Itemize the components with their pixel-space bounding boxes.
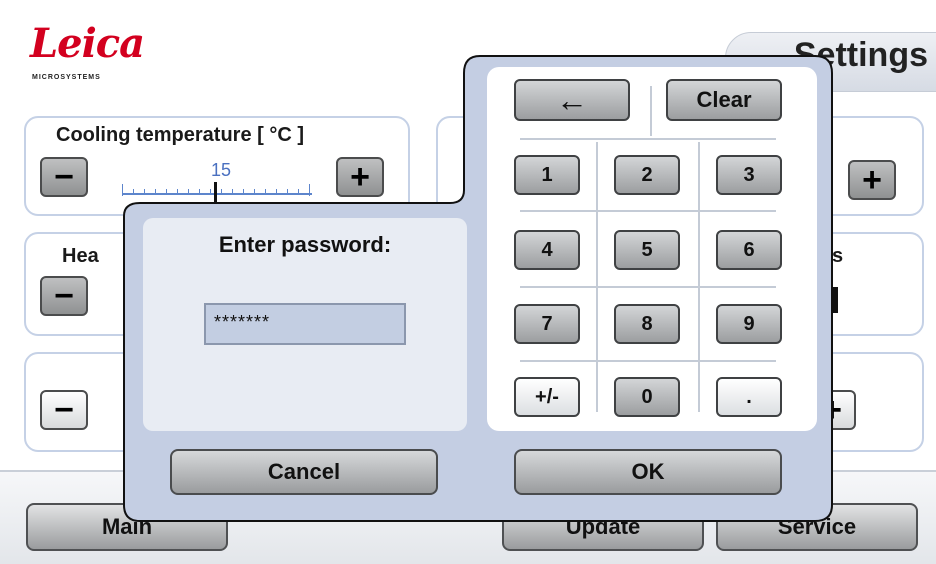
key-4[interactable]: 4: [514, 230, 580, 270]
ok-label: OK: [631, 459, 665, 484]
key-5[interactable]: 5: [614, 230, 680, 270]
back-arrow-icon: ←: [556, 82, 588, 118]
scale-tick: [177, 189, 178, 195]
scale-tick: [144, 189, 145, 195]
clear-button[interactable]: Clear: [666, 79, 782, 121]
scale-tick: [287, 189, 288, 195]
scale-tick: [210, 189, 211, 195]
key-9[interactable]: 9: [716, 304, 782, 344]
scale-tick: [199, 189, 200, 195]
keypad-divider: [520, 138, 776, 140]
keypad-divider: [520, 210, 776, 212]
scale-tick: [155, 189, 156, 195]
key-6[interactable]: 6: [716, 230, 782, 270]
key-7[interactable]: 7: [514, 304, 580, 344]
scale-tick: [221, 189, 222, 195]
keypad-divider: [520, 360, 776, 362]
key-2[interactable]: 2: [614, 155, 680, 195]
scale-tick: [243, 189, 244, 195]
cancel-button[interactable]: Cancel: [170, 449, 438, 495]
keypad-divider: [650, 86, 652, 136]
clear-label: Clear: [696, 87, 752, 112]
scale-tick: [122, 184, 123, 196]
scale-tick: [298, 189, 299, 195]
scale-tick: [133, 189, 134, 195]
key-0[interactable]: 0: [614, 377, 680, 417]
key-8[interactable]: 8: [614, 304, 680, 344]
scale-tick: [232, 189, 233, 195]
scale-tick: [276, 189, 277, 195]
cancel-label: Cancel: [267, 459, 341, 484]
key-3[interactable]: 3: [716, 155, 782, 195]
scale-tick: [188, 189, 189, 195]
scale-tick: [254, 189, 255, 195]
backspace-button[interactable]: ←: [514, 79, 630, 121]
key-plus-minus[interactable]: +/-: [514, 377, 580, 417]
keypad-divider: [520, 286, 776, 288]
keypad-divider: [596, 142, 598, 412]
password-prompt: Enter password:: [218, 232, 392, 257]
scale-tick: [309, 184, 310, 196]
scale-tick: [166, 189, 167, 195]
keypad-divider: [698, 142, 700, 412]
ok-button[interactable]: OK: [514, 449, 782, 495]
key-decimal[interactable]: .: [716, 377, 782, 417]
scale-tick: [265, 189, 266, 195]
password-input[interactable]: *******: [204, 303, 406, 345]
key-1[interactable]: 1: [514, 155, 580, 195]
